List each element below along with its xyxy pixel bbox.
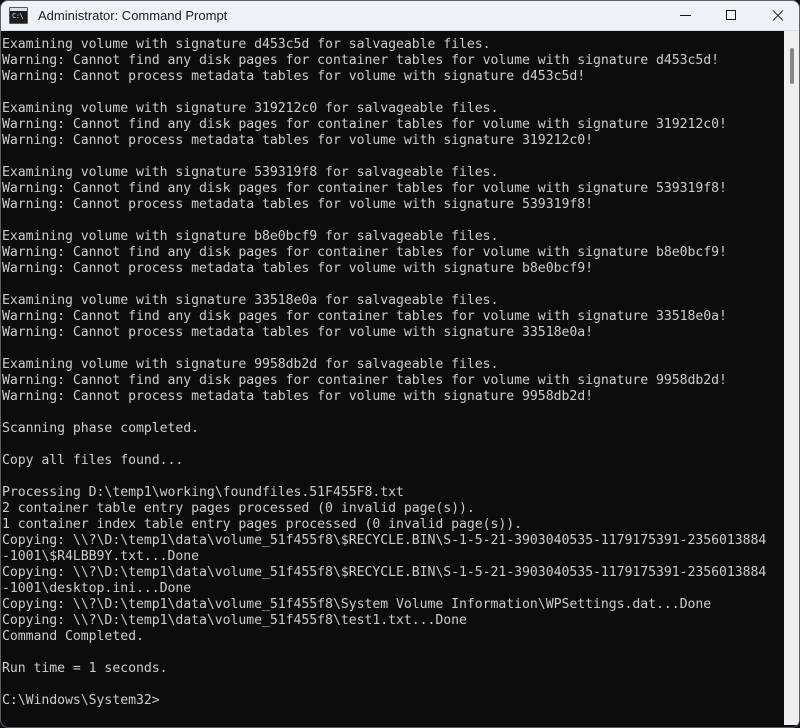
console-line: Copying: \\?\D:\temp1\data\volume_51f455…	[2, 533, 767, 548]
title-bar-left: C:\ Administrator: Command Prompt	[0, 6, 662, 24]
console-line: Warning: Cannot process metadata tables …	[2, 389, 593, 404]
console-line: Examining volume with signature 319212c0…	[2, 101, 499, 116]
title-bar[interactable]: C:\ Administrator: Command Prompt	[0, 0, 800, 31]
console-line: Warning: Cannot process metadata tables …	[2, 69, 586, 84]
window-controls	[662, 0, 800, 31]
console-output-area[interactable]: Examining volume with signature d453c5d …	[0, 31, 784, 727]
console-text-block: Examining volume with signature d453c5d …	[0, 31, 784, 709]
window-title: Administrator: Command Prompt	[38, 7, 228, 23]
console-line: Warning: Cannot find any disk pages for …	[2, 245, 727, 260]
console-line: 1 container index table entry pages proc…	[2, 517, 523, 532]
console-line: Examining volume with signature b8e0bcf9…	[2, 229, 499, 244]
maximize-icon	[726, 10, 736, 20]
command-prompt-window: C:\ Administrator: Command Prompt Examin…	[0, 0, 800, 728]
console-line: Warning: Cannot process metadata tables …	[2, 133, 593, 148]
console-line: Warning: Cannot find any disk pages for …	[2, 53, 720, 68]
console-line: Warning: Cannot find any disk pages for …	[2, 309, 727, 324]
minimize-icon	[679, 14, 691, 16]
console-line: Examining volume with signature 9958db2d…	[2, 357, 499, 372]
console-line: Examining volume with signature d453c5d …	[2, 37, 491, 52]
console-line: Copying: \\?\D:\temp1\data\volume_51f455…	[2, 613, 467, 628]
minimize-button[interactable]	[662, 0, 708, 31]
close-button[interactable]	[754, 0, 800, 31]
console-line: Run time = 1 seconds.	[2, 661, 168, 676]
console-line: Warning: Cannot process metadata tables …	[2, 325, 593, 340]
close-icon	[771, 9, 783, 21]
cmd-icon-prompt-text: C:\	[12, 11, 24, 20]
console-line: Copy all files found...	[2, 453, 184, 468]
console-line: Examining volume with signature 539319f8…	[2, 165, 499, 180]
cmd-console-icon: C:\	[9, 6, 28, 24]
console-line: C:\Windows\System32>	[2, 693, 160, 708]
console-line: -1001\$R4LBB9Y.txt...Done	[2, 549, 199, 564]
console-line: Examining volume with signature 33518e0a…	[2, 293, 499, 308]
maximize-button[interactable]	[708, 0, 754, 31]
console-line: Processing D:\temp1\working\foundfiles.5…	[2, 485, 404, 500]
console-line: Scanning phase completed.	[2, 421, 199, 436]
console-line: -1001\desktop.ini...Done	[2, 581, 192, 596]
console-line: Warning: Cannot find any disk pages for …	[2, 373, 727, 388]
console-line: Warning: Cannot find any disk pages for …	[2, 117, 727, 132]
cmd-icon-titlebar-stripe	[10, 7, 27, 11]
console-line: Warning: Cannot find any disk pages for …	[2, 181, 727, 196]
scrollbar-thumb[interactable]	[790, 48, 794, 84]
console-line: 2 container table entry pages processed …	[2, 501, 475, 516]
console-line: Warning: Cannot process metadata tables …	[2, 261, 593, 276]
vertical-scrollbar[interactable]	[784, 31, 799, 725]
console-line: Warning: Cannot process metadata tables …	[2, 197, 593, 212]
console-line: Copying: \\?\D:\temp1\data\volume_51f455…	[2, 565, 767, 580]
console-line: Command Completed.	[2, 629, 144, 644]
console-line: Copying: \\?\D:\temp1\data\volume_51f455…	[2, 597, 712, 612]
